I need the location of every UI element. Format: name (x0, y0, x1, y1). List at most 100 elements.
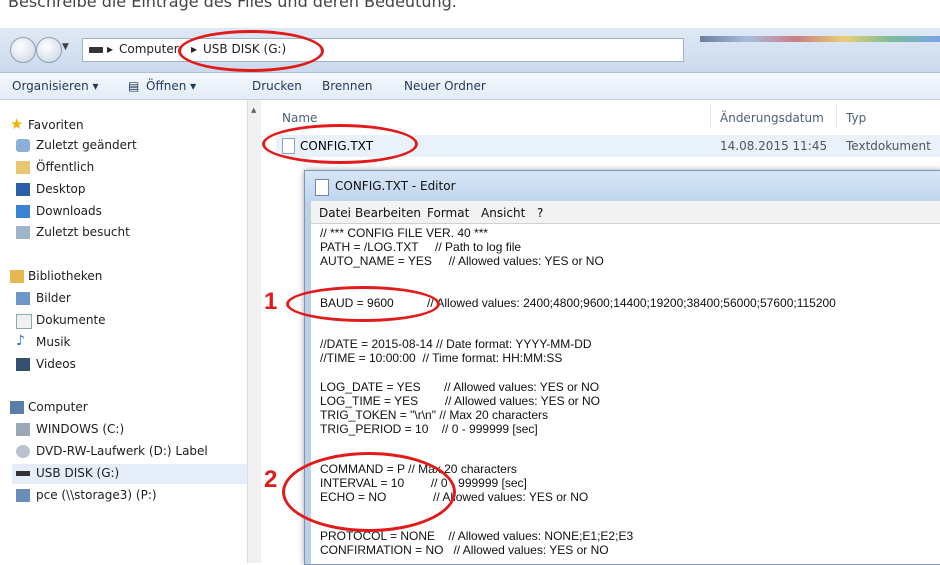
open-button[interactable]: Öffnen ▾ (146, 79, 196, 93)
music-icon: ♪ (16, 333, 25, 349)
hard-drive-icon (16, 423, 30, 436)
config-line: TRIG_TOKEN = "\r\n" // Max 20 characters (320, 408, 549, 422)
config-line: LOG_TIME = YES // Allowed values: YES or… (320, 394, 601, 408)
dvd-icon (16, 445, 30, 458)
nav-recent-places[interactable]: Zuletzt besucht (16, 225, 130, 239)
config-line: AUTO_NAME = YES // Allowed values: YES o… (320, 254, 604, 268)
config-line-command: COMMAND = P // Max 20 characters (320, 462, 517, 476)
computer-icon (10, 401, 24, 414)
file-name: CONFIG.TXT (300, 139, 374, 153)
folder-icon (16, 161, 30, 174)
config-line: CONFIRMATION = NO // Allowed values: YES… (320, 543, 609, 557)
nav-libraries[interactable]: Bibliotheken (10, 269, 103, 283)
nav-public[interactable]: Öffentlich (16, 160, 95, 174)
network-drive-icon (16, 489, 30, 502)
nav-computer-label: Computer (28, 400, 88, 414)
nav-recent-changes-label: Zuletzt geändert (36, 138, 137, 152)
config-line: // *** CONFIG FILE VER. 40 *** (320, 226, 489, 240)
nav-usb-disk-g-label: USB DISK (G:) (36, 466, 120, 480)
documents-icon (16, 314, 32, 329)
nav-computer[interactable]: Computer (10, 400, 88, 414)
config-line-interval: INTERVAL = 10 // 0 - 999999 [sec] (320, 476, 527, 490)
nav-recent-changes[interactable]: Zuletzt geändert (16, 138, 137, 152)
burn-button[interactable]: Brennen (322, 79, 372, 93)
print-button[interactable]: Drucken (252, 79, 302, 93)
nav-libraries-label: Bibliotheken (28, 269, 103, 283)
toolbar: Organisieren ▾ ▤ Öffnen ▾ Drucken Brenne… (0, 73, 940, 100)
menu-view[interactable]: Ansicht (481, 206, 525, 220)
notepad-titlebar[interactable]: CONFIG.TXT - Editor (305, 171, 940, 201)
config-line-baud: BAUD = 9600 // Allowed values: 2400;4800… (320, 296, 836, 310)
notepad-title: CONFIG.TXT - Editor (335, 179, 456, 193)
nav-network-p-label: pce (\\storage3) (P:) (36, 488, 157, 502)
breadcrumb[interactable]: ▸ Computer ▸ USB DISK (G:) (82, 38, 684, 62)
recent-places-icon (16, 226, 30, 239)
history-dropdown-icon[interactable]: ▼ (62, 42, 69, 52)
caption-strip: Beschreibe die Einträge des Files und de… (0, 0, 940, 28)
nav-dvd-d-label: DVD-RW-Laufwerk (D:) Label (36, 444, 208, 458)
nav-videos-label: Videos (36, 357, 76, 371)
file-type: Textdokument (846, 139, 931, 153)
nav-videos[interactable]: Videos (16, 357, 76, 371)
decorative-band (700, 36, 940, 42)
nav-pictures[interactable]: Bilder (16, 291, 71, 305)
nav-favorites[interactable]: ★ Favoriten (10, 115, 84, 133)
menu-format[interactable]: Format (427, 206, 469, 220)
config-line: PROTOCOL = NONE // Allowed values: NONE;… (320, 529, 634, 543)
nav-network-p[interactable]: pce (\\storage3) (P:) (16, 488, 157, 502)
config-line: //DATE = 2015-08-14 // Date format: YYYY… (320, 337, 592, 351)
usb-drive-icon (16, 471, 30, 476)
annotation-number-two: 2 (264, 466, 278, 493)
organize-button[interactable]: Organisieren ▾ (12, 79, 99, 93)
nav-documents-label: Dokumente (36, 313, 106, 327)
nav-pictures-label: Bilder (36, 291, 71, 305)
column-separator[interactable] (710, 104, 711, 128)
breadcrumb-computer[interactable]: Computer (119, 42, 179, 56)
caption-text: Beschreibe die Einträge des Files und de… (8, 0, 457, 11)
back-button[interactable] (10, 37, 36, 63)
nav-usb-disk-g[interactable]: USB DISK (G:) (16, 466, 120, 480)
text-file-icon (282, 138, 295, 154)
new-folder-button[interactable]: Neuer Ordner (404, 79, 486, 93)
address-bar: ▼ ▸ Computer ▸ USB DISK (G:) (0, 28, 940, 73)
nav-public-label: Öffentlich (36, 160, 95, 174)
nav-windows-c[interactable]: WINDOWS (C:) (16, 422, 124, 436)
scroll-up-icon[interactable]: ▲ (251, 106, 256, 114)
config-line-echo: ECHO = NO // Allowed values: YES or NO (320, 490, 589, 504)
notepad-menubar: Datei Bearbeiten Format Ansicht ? (311, 201, 940, 224)
star-icon: ★ (10, 115, 24, 133)
config-line: //TIME = 10:00:00 // Time format: HH:MM:… (320, 351, 563, 365)
notepad-text-area[interactable]: // *** CONFIG FILE VER. 40 *** PATH = /L… (311, 224, 940, 564)
desktop-icon (16, 183, 30, 196)
nav-dvd-d[interactable]: DVD-RW-Laufwerk (D:) Label (16, 444, 208, 458)
column-type[interactable]: Typ (846, 111, 866, 125)
file-date: 14.08.2015 11:45 (720, 139, 828, 153)
libraries-icon (10, 270, 24, 283)
nav-music-label: Musik (36, 335, 71, 349)
breadcrumb-usb-disk[interactable]: USB DISK (G:) (203, 42, 286, 56)
breadcrumb-separator-icon: ▸ (107, 42, 114, 56)
menu-file[interactable]: Datei (319, 206, 351, 220)
column-separator[interactable] (836, 104, 837, 128)
nav-desktop[interactable]: Desktop (16, 182, 86, 196)
forward-button[interactable] (36, 37, 62, 63)
nav-downloads[interactable]: Downloads (16, 204, 102, 218)
menu-help[interactable]: ? (537, 206, 543, 220)
nav-downloads-label: Downloads (36, 204, 102, 218)
nav-favorites-label: Favoriten (28, 118, 84, 132)
config-line: TRIG_PERIOD = 10 // 0 - 999999 [sec] (320, 422, 538, 436)
nav-music[interactable]: ♪ Musik (16, 333, 71, 349)
column-date[interactable]: Änderungsdatum (720, 111, 824, 125)
column-name[interactable]: Name (282, 111, 317, 125)
nav-documents[interactable]: Dokumente (16, 313, 106, 329)
nav-scrollbar[interactable]: ▲ (247, 100, 261, 563)
nav-recent-places-label: Zuletzt besucht (36, 225, 130, 239)
pictures-icon (16, 292, 30, 305)
nav-desktop-label: Desktop (36, 182, 86, 196)
annotation-number-one: 1 (264, 288, 278, 315)
open-icon: ▤ (128, 79, 140, 93)
menu-edit[interactable]: Bearbeiten (355, 206, 421, 220)
table-row[interactable]: CONFIG.TXT 14.08.2015 11:45 Textdokument (276, 135, 940, 157)
drive-icon (89, 47, 103, 53)
breadcrumb-separator-icon: ▸ (191, 42, 198, 56)
